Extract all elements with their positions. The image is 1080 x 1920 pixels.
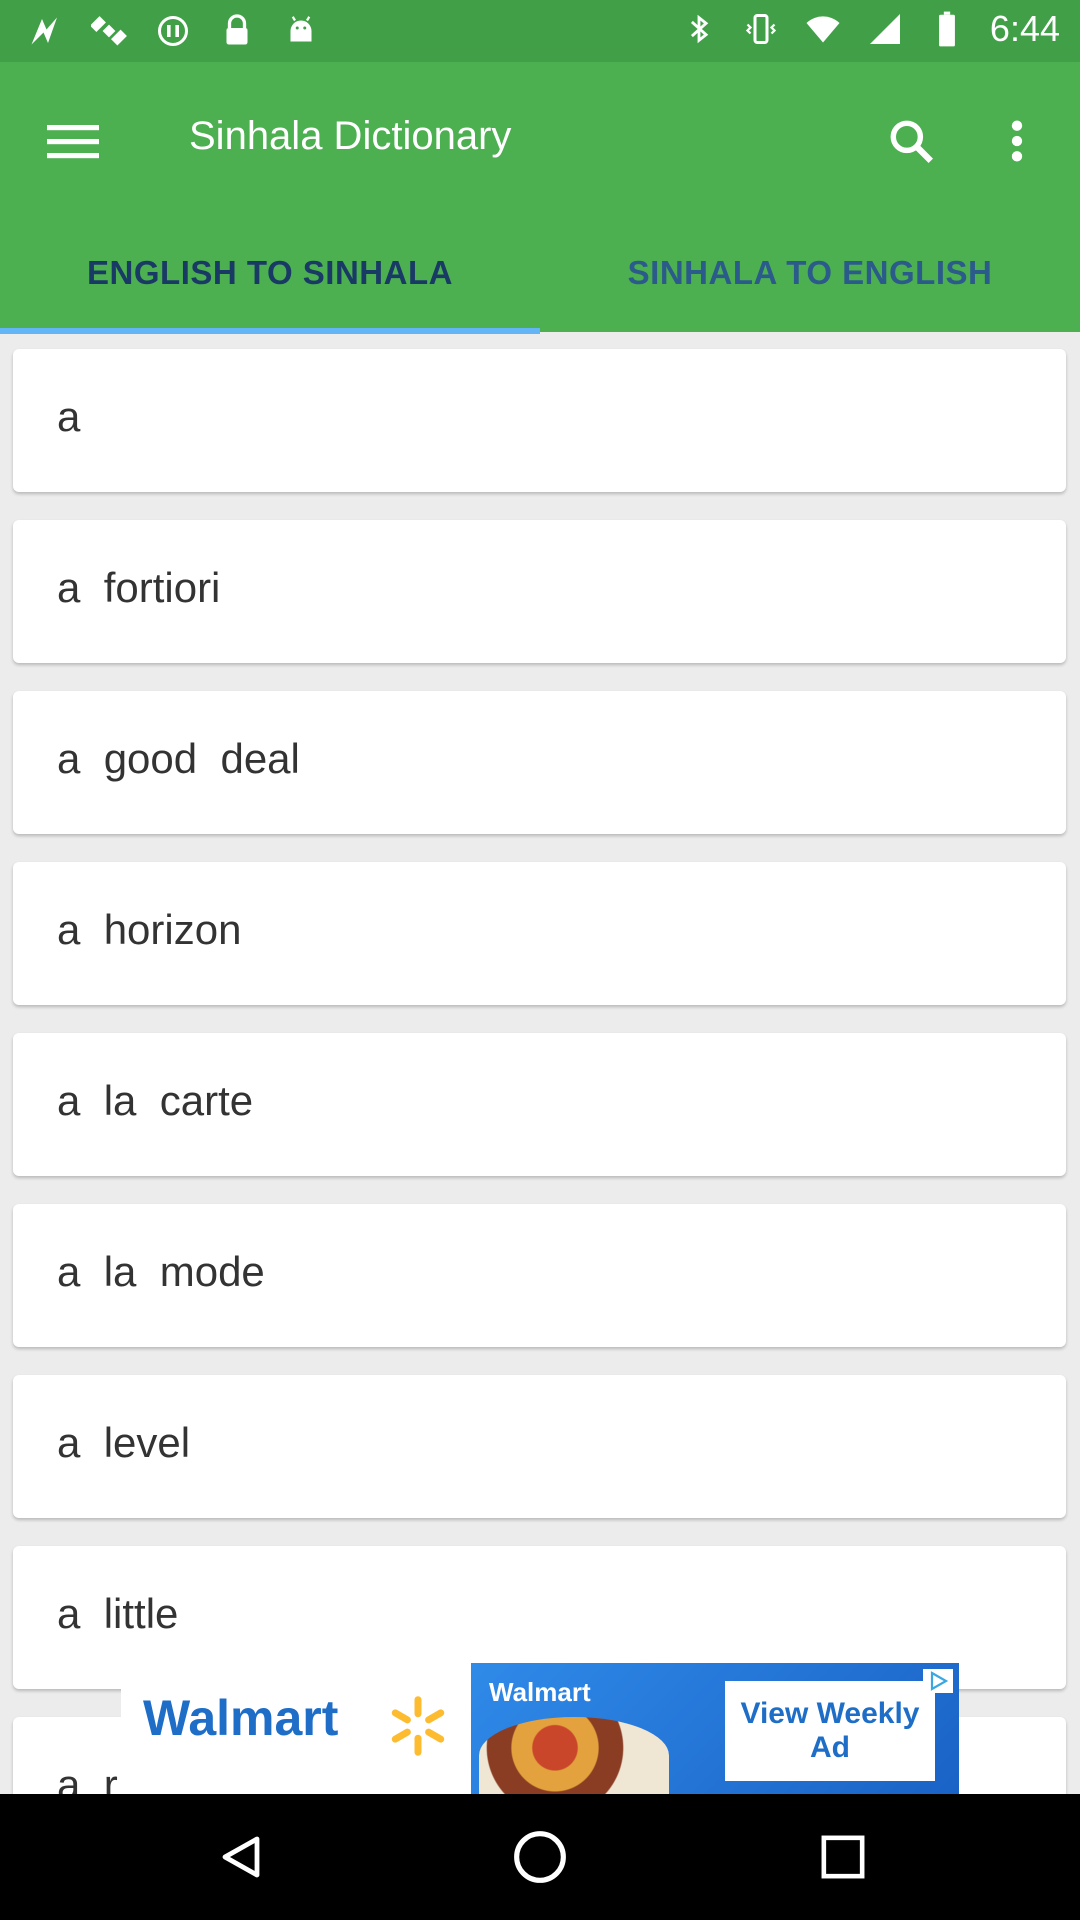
signal-icon [866, 10, 904, 48]
home-icon[interactable] [505, 1822, 575, 1892]
list-item[interactable]: a [13, 349, 1066, 492]
tab-sinhala-to-english[interactable]: SINHALA TO ENGLISH [540, 242, 1080, 332]
more-vert-icon[interactable] [987, 106, 1047, 176]
tab-label: SINHALA TO ENGLISH [627, 254, 993, 291]
satellite-icon [90, 12, 128, 50]
battery-icon [928, 10, 966, 48]
list-item[interactable]: a la mode [13, 1204, 1066, 1347]
ad-photo: Walmart View Weekly Ad [471, 1663, 959, 1794]
view-weekly-ad-button[interactable]: View Weekly Ad [725, 1681, 935, 1781]
status-time: 6:44 [989, 8, 1060, 49]
status-bar: 6:44 [0, 0, 1080, 62]
navigation-bar [0, 1794, 1080, 1920]
word-label: a la carte [57, 1077, 254, 1124]
lock-icon [218, 12, 256, 50]
tab-english-to-sinhala[interactable]: ENGLISH TO SINHALA [0, 242, 540, 332]
app-bar: Sinhala Dictionary ENGLISH TO SINHALA SI… [0, 62, 1080, 334]
hamburger-menu-icon[interactable] [38, 106, 108, 176]
fake-gps-icon [26, 12, 64, 50]
list-item[interactable]: a la carte [13, 1033, 1066, 1176]
word-label: a fortiori [57, 564, 221, 611]
sync-icon [154, 12, 192, 50]
word-list[interactable]: a a fortiori a good deal a horizon a la … [0, 332, 1080, 1794]
list-item[interactable]: a good deal [13, 691, 1066, 834]
list-item[interactable]: a level [13, 1375, 1066, 1518]
ad-brand-logo: Walmart [143, 1690, 339, 1746]
ad-banner[interactable]: Walmart Walmart View Weekly Ad [121, 1663, 959, 1794]
word-label: a good deal [57, 735, 300, 782]
word-label: a r [57, 1761, 118, 1794]
walmart-spark-icon [391, 1696, 445, 1756]
word-label: a horizon [57, 906, 242, 953]
vibrate-icon [742, 10, 780, 48]
search-icon[interactable] [876, 106, 946, 176]
word-label: a level [57, 1419, 191, 1466]
back-icon[interactable] [206, 1822, 276, 1892]
ad-food-image [479, 1717, 669, 1794]
list-item[interactable]: a horizon [13, 862, 1066, 1005]
list-item[interactable]: a fortiori [13, 520, 1066, 663]
word-label: a little [57, 1590, 179, 1637]
tab-label: ENGLISH TO SINHALA [87, 254, 453, 291]
ad-photo-logo: Walmart [489, 1677, 591, 1707]
wifi-icon [804, 10, 842, 48]
app-title: Sinhala Dictionary [189, 114, 512, 158]
ad-choices-play-icon[interactable] [923, 1669, 953, 1693]
android-icon [282, 12, 320, 50]
word-label: a la mode [57, 1248, 265, 1295]
word-label: a [57, 393, 81, 440]
recents-icon[interactable] [808, 1822, 878, 1892]
bluetooth-icon [680, 10, 718, 48]
